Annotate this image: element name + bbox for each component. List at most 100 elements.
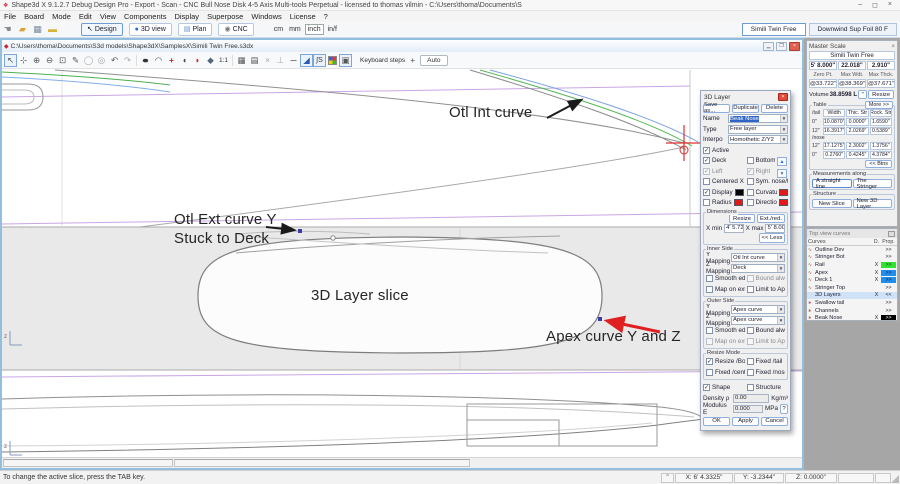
move-icon[interactable]: + bbox=[408, 54, 417, 67]
outer-z-mapping-combo[interactable]: Apex curve▼ bbox=[731, 316, 785, 325]
deck-checkbox[interactable] bbox=[703, 157, 710, 164]
cell[interactable]: 0.0000" bbox=[846, 118, 868, 126]
right-checkbox[interactable] bbox=[747, 168, 754, 175]
fixed-center-checkbox[interactable] bbox=[706, 369, 713, 376]
tab-simili-twin-free[interactable]: Simili Twin Free bbox=[742, 23, 806, 36]
new-slice-button[interactable]: New Slice bbox=[812, 199, 852, 208]
unit-mm[interactable]: mm bbox=[287, 25, 303, 34]
resize-button[interactable]: Resize bbox=[868, 90, 894, 99]
board-3d-view-icon[interactable]: ◆ bbox=[204, 54, 217, 67]
menu-mode[interactable]: Mode bbox=[48, 12, 75, 21]
rotate-tool-icon[interactable]: ◯ bbox=[82, 54, 95, 67]
minimize-icon[interactable]: – bbox=[858, 1, 862, 9]
cell[interactable]: 0.5389" bbox=[870, 127, 892, 135]
chevron-down-icon[interactable]: ▼ bbox=[780, 126, 787, 133]
xmax-field[interactable]: 5' 8.000 bbox=[765, 224, 785, 233]
more-button[interactable]: More >> bbox=[865, 101, 893, 109]
radius-color-swatch[interactable] bbox=[734, 199, 743, 206]
save-as-button[interactable]: Save as... bbox=[703, 104, 730, 114]
outer-y-mapping-combo[interactable]: Apex curve▼ bbox=[731, 305, 785, 314]
menu-display[interactable]: Display bbox=[170, 12, 203, 21]
save-icon[interactable]: ▦ bbox=[31, 23, 44, 36]
outer-smooth-edge-checkbox[interactable] bbox=[706, 327, 713, 334]
menu-file[interactable]: File bbox=[0, 12, 20, 21]
close-icon[interactable]: × bbox=[888, 1, 892, 9]
zoom-out-icon[interactable]: ⊖ bbox=[43, 54, 56, 67]
curve-row-deck-1[interactable]: ∿Deck 1X>> bbox=[807, 276, 897, 284]
tab-downwind-sup-foil[interactable]: Downwind Sup Foil 80 F bbox=[809, 23, 897, 36]
deck-view-icon[interactable]: ◖ bbox=[178, 54, 191, 67]
cell[interactable]: 2.3002" bbox=[846, 142, 868, 150]
doc-restore-icon[interactable]: ❐ bbox=[776, 42, 787, 51]
menu-superpose[interactable]: Superpose bbox=[203, 12, 247, 21]
sym-checkbox[interactable] bbox=[747, 178, 754, 185]
master-scale-titlebar[interactable]: Master Scale × bbox=[809, 41, 895, 51]
curve-row-stringer-top[interactable]: ∿Stringer Top>> bbox=[807, 284, 897, 292]
prop-button[interactable]: >> bbox=[881, 315, 896, 321]
cell[interactable]: 1.6590" bbox=[870, 118, 892, 126]
doc-close-icon[interactable]: × bbox=[789, 42, 800, 51]
document-titlebar[interactable]: ◆ C:\Users\thoma\Documents\S3d models\Sh… bbox=[2, 40, 802, 52]
move-layer-up-icon[interactable]: ▲ bbox=[777, 157, 787, 166]
cell[interactable]: 17.1275" bbox=[823, 142, 845, 150]
menu-edit[interactable]: Edit bbox=[75, 12, 96, 21]
shape-checkbox[interactable] bbox=[703, 384, 710, 391]
open-folder-icon[interactable]: ▰ bbox=[16, 23, 29, 36]
interpo-combo[interactable]: Homothetic Z/Y2 ▼ bbox=[728, 135, 788, 144]
curve-row-outline-dev[interactable]: ∿Outline Dev>> bbox=[807, 246, 897, 254]
max-thck-at[interactable]: @37.671" bbox=[867, 79, 895, 88]
menu-view[interactable]: View bbox=[96, 12, 120, 21]
slice-view-icon[interactable]: + bbox=[165, 54, 178, 67]
outer-bound-always-checkbox[interactable] bbox=[747, 327, 754, 334]
stringer-button[interactable]: The Stringer bbox=[853, 179, 893, 188]
outline-curve[interactable] bbox=[55, 70, 684, 143]
bottom-checkbox[interactable] bbox=[747, 157, 754, 164]
directional-checkbox[interactable] bbox=[747, 199, 754, 206]
outline-view-icon[interactable]: ● bbox=[136, 54, 156, 67]
less-button[interactable]: << Less bbox=[759, 233, 785, 243]
cnc-button[interactable]: ◉ CNC bbox=[218, 23, 253, 36]
type-combo[interactable]: Free layer ▼ bbox=[728, 125, 788, 134]
workbench-icon[interactable]: ▬ bbox=[46, 23, 59, 36]
list-icon[interactable]: ▤ bbox=[248, 54, 261, 67]
bottom-view-icon[interactable]: ◗ bbox=[191, 54, 204, 67]
curve-row-channels[interactable]: ∗Channels>> bbox=[807, 307, 897, 315]
cancel-button[interactable]: Cancel bbox=[761, 417, 788, 427]
curvature-icon[interactable]: ∫S bbox=[313, 54, 326, 67]
resize-board-checkbox[interactable] bbox=[706, 358, 713, 365]
menu-license[interactable]: License bbox=[286, 12, 320, 21]
curve-row-swallow-tail[interactable]: ∗Swallow tail>> bbox=[807, 299, 897, 307]
cell[interactable]: 10.0870" bbox=[823, 118, 845, 126]
help-button[interactable]: ? bbox=[780, 404, 788, 414]
straight-line-button[interactable]: A straight line bbox=[812, 179, 852, 188]
panel-collapse-icon[interactable] bbox=[888, 231, 895, 237]
cell[interactable]: 4.3784" bbox=[870, 151, 892, 159]
outer-limit-apex-checkbox[interactable] bbox=[747, 338, 754, 345]
close-icon[interactable]: × bbox=[778, 93, 788, 101]
cell[interactable]: 16.3917" bbox=[823, 127, 845, 135]
fin-icon[interactable]: ◢ bbox=[300, 54, 313, 67]
inner-z-mapping-combo[interactable]: Deck▼ bbox=[731, 264, 785, 273]
prop-button[interactable]: >> bbox=[881, 270, 896, 276]
ok-button[interactable]: OK bbox=[703, 417, 730, 427]
close-icon[interactable]: × bbox=[891, 43, 895, 50]
node-select-tool-icon[interactable]: ⊹ bbox=[17, 54, 30, 67]
cell[interactable]: 1.3756" bbox=[870, 142, 892, 150]
curve-row-3d-layers[interactable]: 3D LayersX<< bbox=[807, 292, 897, 300]
unit-toggle-button[interactable]: " bbox=[858, 90, 867, 99]
centered-x-checkbox[interactable] bbox=[703, 178, 710, 185]
slice-position-icon[interactable]: ⊥ bbox=[274, 54, 287, 67]
unit-inf[interactable]: in/f bbox=[326, 25, 339, 34]
menu-help[interactable]: ? bbox=[320, 12, 332, 21]
active-checkbox[interactable] bbox=[703, 147, 710, 154]
board-name[interactable]: Simili Twin Free bbox=[809, 51, 895, 60]
chevron-down-icon[interactable]: ▼ bbox=[777, 317, 784, 324]
plan-button[interactable]: ▤ Plan bbox=[178, 23, 213, 36]
inner-y-mapping-combo[interactable]: Otl Int curve▼ bbox=[731, 253, 785, 262]
prop-button[interactable]: << bbox=[881, 292, 896, 298]
menu-windows[interactable]: Windows bbox=[247, 12, 285, 21]
colors-icon[interactable] bbox=[326, 54, 339, 67]
unit-inch[interactable]: inch bbox=[305, 24, 324, 35]
length-value[interactable]: 5' 8.000" bbox=[809, 61, 837, 70]
prop-button[interactable]: >> bbox=[881, 300, 896, 306]
